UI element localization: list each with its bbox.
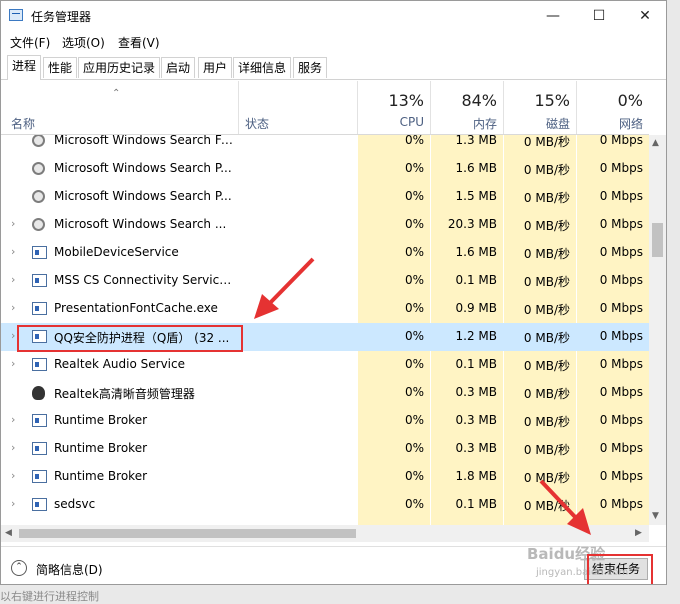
arrow-line [267, 257, 315, 306]
annotation-arrows [254, 257, 591, 535]
task-manager-window: 任务管理器 — ☐ ✕ 文件(F) 选项(O) 查看(V) 进程 性能 应用历史… [0, 0, 667, 585]
arrow-line [539, 479, 579, 521]
bottom-caption: 以右键进行进程控制 [0, 590, 99, 603]
